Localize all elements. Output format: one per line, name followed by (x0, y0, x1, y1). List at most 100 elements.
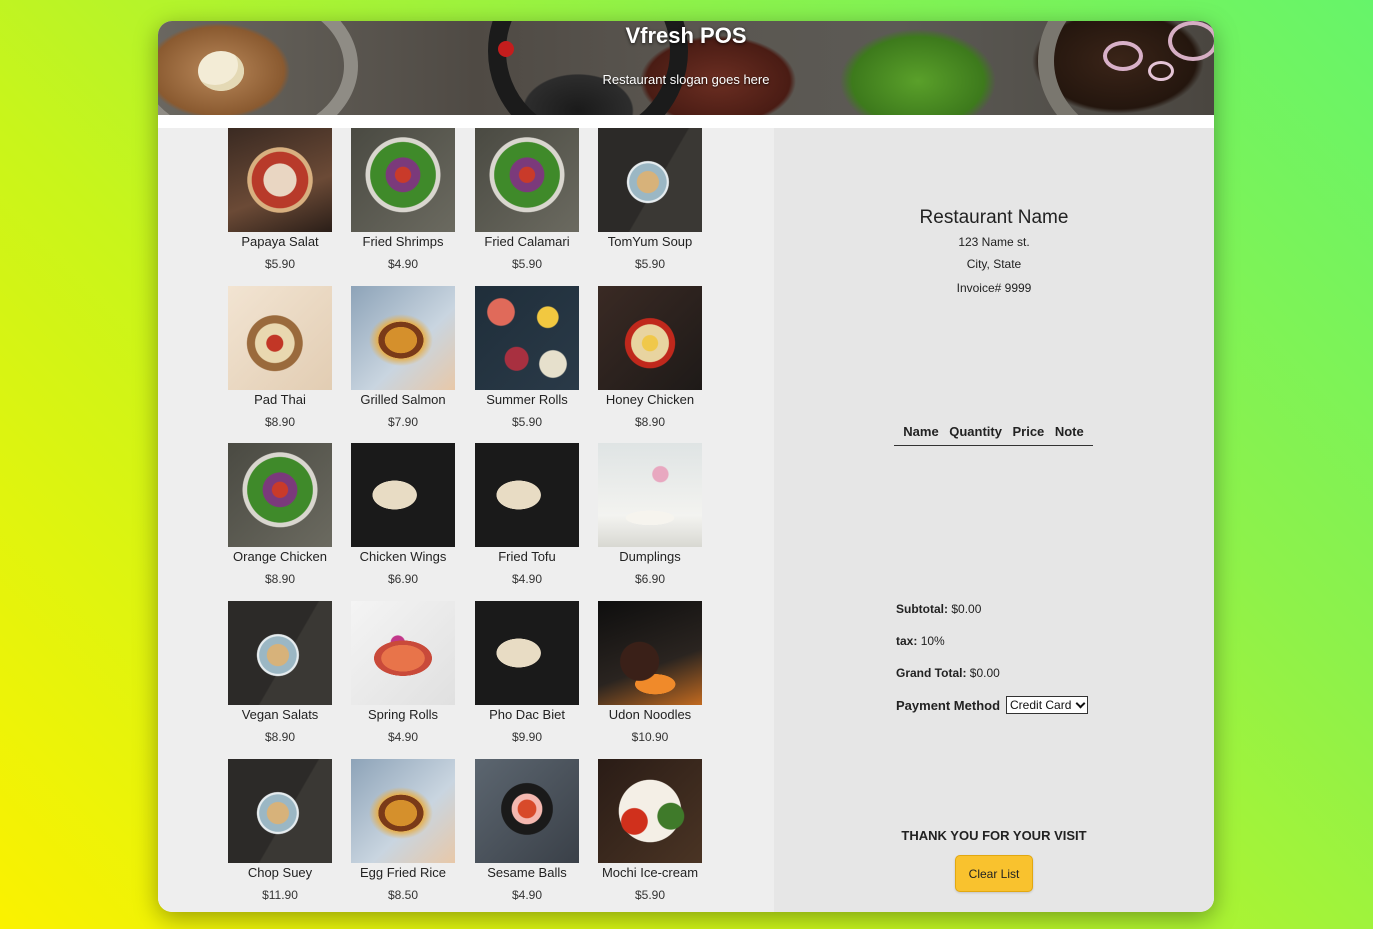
menu-item[interactable]: Summer Rolls $5.90 (465, 286, 589, 429)
payment-method-value: Credit Card (1010, 698, 1072, 712)
menu-item-image[interactable] (598, 759, 702, 863)
menu-item[interactable]: Egg Fried Rice $8.50 (341, 759, 465, 902)
menu-item-name: Egg Fried Rice (360, 865, 446, 880)
menu-item[interactable]: Vegan Salats $8.90 (218, 601, 342, 744)
column-header-price: Price (1012, 424, 1045, 439)
menu-item-image[interactable] (598, 286, 702, 390)
menu-item-image[interactable] (598, 443, 702, 547)
thank-you-message: THANK YOU FOR YOUR VISIT (901, 828, 1087, 843)
menu-item-image[interactable] (475, 759, 579, 863)
menu-item-price: $8.90 (264, 415, 296, 429)
tax-row: tax: 10% (896, 634, 945, 648)
menu-item-price: $5.90 (511, 415, 543, 429)
menu-item-image[interactable] (228, 128, 332, 232)
menu-item-price: $4.90 (387, 730, 419, 744)
subtotal-value: $0.00 (951, 602, 982, 616)
menu-item-name: Spring Rolls (367, 707, 439, 722)
menu-item-name: Honey Chicken (605, 392, 695, 407)
menu-item[interactable]: Mochi Ice-cream $5.90 (588, 759, 712, 902)
menu-item-name: Udon Noodles (608, 707, 692, 722)
menu-item-name: Sesame Balls (487, 865, 567, 880)
menu-item-price: $5.90 (511, 257, 543, 271)
menu-item[interactable]: Orange Chicken $8.90 (218, 443, 342, 586)
menu-item[interactable]: Chicken Wings $6.90 (341, 443, 465, 586)
menu-item-price: $8.50 (387, 888, 419, 902)
restaurant-slogan: Restaurant slogan goes here (602, 72, 770, 87)
menu-item-image[interactable] (351, 759, 455, 863)
menu-item-price: $10.90 (631, 730, 669, 744)
menu-item-image[interactable] (228, 286, 332, 390)
menu-item[interactable]: Sesame Balls $4.90 (465, 759, 589, 902)
menu-item-name: Mochi Ice-cream (601, 865, 699, 880)
menu-item-image[interactable] (475, 286, 579, 390)
menu-item-image[interactable] (351, 601, 455, 705)
app-title: Vfresh POS (625, 23, 747, 48)
menu-item[interactable]: Fried Tofu $4.90 (465, 443, 589, 586)
menu-item[interactable]: Spring Rolls $4.90 (341, 601, 465, 744)
menu-item-image[interactable] (351, 443, 455, 547)
menu-item-price: $5.90 (634, 888, 666, 902)
menu-item-price: $8.90 (634, 415, 666, 429)
menu-item-image[interactable] (475, 443, 579, 547)
clear-list-button[interactable]: Clear List (955, 855, 1033, 892)
menu-item-name: Fried Tofu (498, 549, 556, 564)
menu-item[interactable]: Grilled Salmon $7.90 (341, 286, 465, 429)
menu-item-image[interactable] (228, 601, 332, 705)
menu-item-image[interactable] (351, 286, 455, 390)
restaurant-address: 123 Name st. (958, 235, 1030, 249)
menu-item[interactable]: Chop Suey $11.90 (218, 759, 342, 902)
menu-item[interactable]: Papaya Salat $5.90 (218, 128, 342, 271)
menu-panel: Papaya Salat $5.90 Fried Shrimps $4.90 Fried… (158, 128, 774, 912)
menu-item-price: $5.90 (264, 257, 296, 271)
grand-total-value: $0.00 (969, 666, 1000, 680)
tax-value: 10% (920, 634, 945, 648)
menu-item-price: $8.90 (264, 572, 296, 586)
menu-item[interactable]: Fried Shrimps $4.90 (341, 128, 465, 271)
menu-item-price: $9.90 (511, 730, 543, 744)
menu-item-price: $7.90 (387, 415, 419, 429)
menu-item[interactable]: TomYum Soup $5.90 (588, 128, 712, 271)
menu-item-name: Vegan Salats (241, 707, 319, 722)
payment-method-label: Payment Method (896, 697, 1001, 713)
restaurant-name: Restaurant Name (919, 207, 1069, 228)
menu-item-name: Fried Calamari (484, 234, 570, 249)
menu-item-name: Pad Thai (254, 392, 306, 407)
menu-item-price: $8.90 (264, 730, 296, 744)
order-table-header: Name Quantity Price Note (894, 424, 1093, 446)
menu-item-name: Dumplings (619, 549, 681, 564)
menu-item-price: $4.90 (511, 888, 543, 902)
menu-item-image[interactable] (351, 128, 455, 232)
menu-item[interactable]: Pho Dac Biet $9.90 (465, 601, 589, 744)
menu-item[interactable]: Dumplings $6.90 (588, 443, 712, 586)
column-header-quantity: Quantity (949, 424, 1002, 439)
menu-item-name: Pho Dac Biet (489, 707, 565, 722)
subtotal-row: Subtotal: $0.00 (896, 602, 981, 616)
menu-item[interactable]: Pad Thai $8.90 (218, 286, 342, 429)
menu-item-image[interactable] (598, 128, 702, 232)
menu-item-image[interactable] (228, 443, 332, 547)
menu-item[interactable]: Honey Chicken $8.90 (588, 286, 712, 429)
menu-item-price: $5.90 (634, 257, 666, 271)
menu-item[interactable]: Udon Noodles $10.90 (588, 601, 712, 744)
menu-item[interactable]: Fried Calamari $5.90 (465, 128, 589, 271)
grand-total-label: Grand Total: (896, 666, 967, 680)
payment-method-row: Payment Method Credit Card (896, 696, 1089, 714)
grand-total-row: Grand Total: $0.00 (896, 666, 1000, 680)
menu-item-image[interactable] (228, 759, 332, 863)
subtotal-label: Subtotal: (896, 602, 948, 616)
menu-item-name: Orange Chicken (233, 549, 327, 564)
menu-item-price: $11.90 (262, 888, 298, 902)
menu-item-name: Summer Rolls (486, 392, 568, 407)
menu-item-price: $4.90 (387, 257, 419, 271)
menu-item-name: Fried Shrimps (362, 234, 444, 249)
restaurant-city: City, State (966, 257, 1022, 271)
menu-item-name: Chicken Wings (359, 549, 447, 564)
menu-item-image[interactable] (598, 601, 702, 705)
menu-item-name: Grilled Salmon (360, 392, 446, 407)
menu-item-image[interactable] (475, 128, 579, 232)
chevron-down-icon (1075, 698, 1086, 708)
payment-method-select[interactable]: Credit Card (1006, 696, 1089, 714)
receipt-panel: Restaurant Name 123 Name st. City, State… (774, 128, 1214, 912)
invoice-number: Invoice# 9999 (956, 281, 1032, 295)
menu-item-image[interactable] (475, 601, 579, 705)
